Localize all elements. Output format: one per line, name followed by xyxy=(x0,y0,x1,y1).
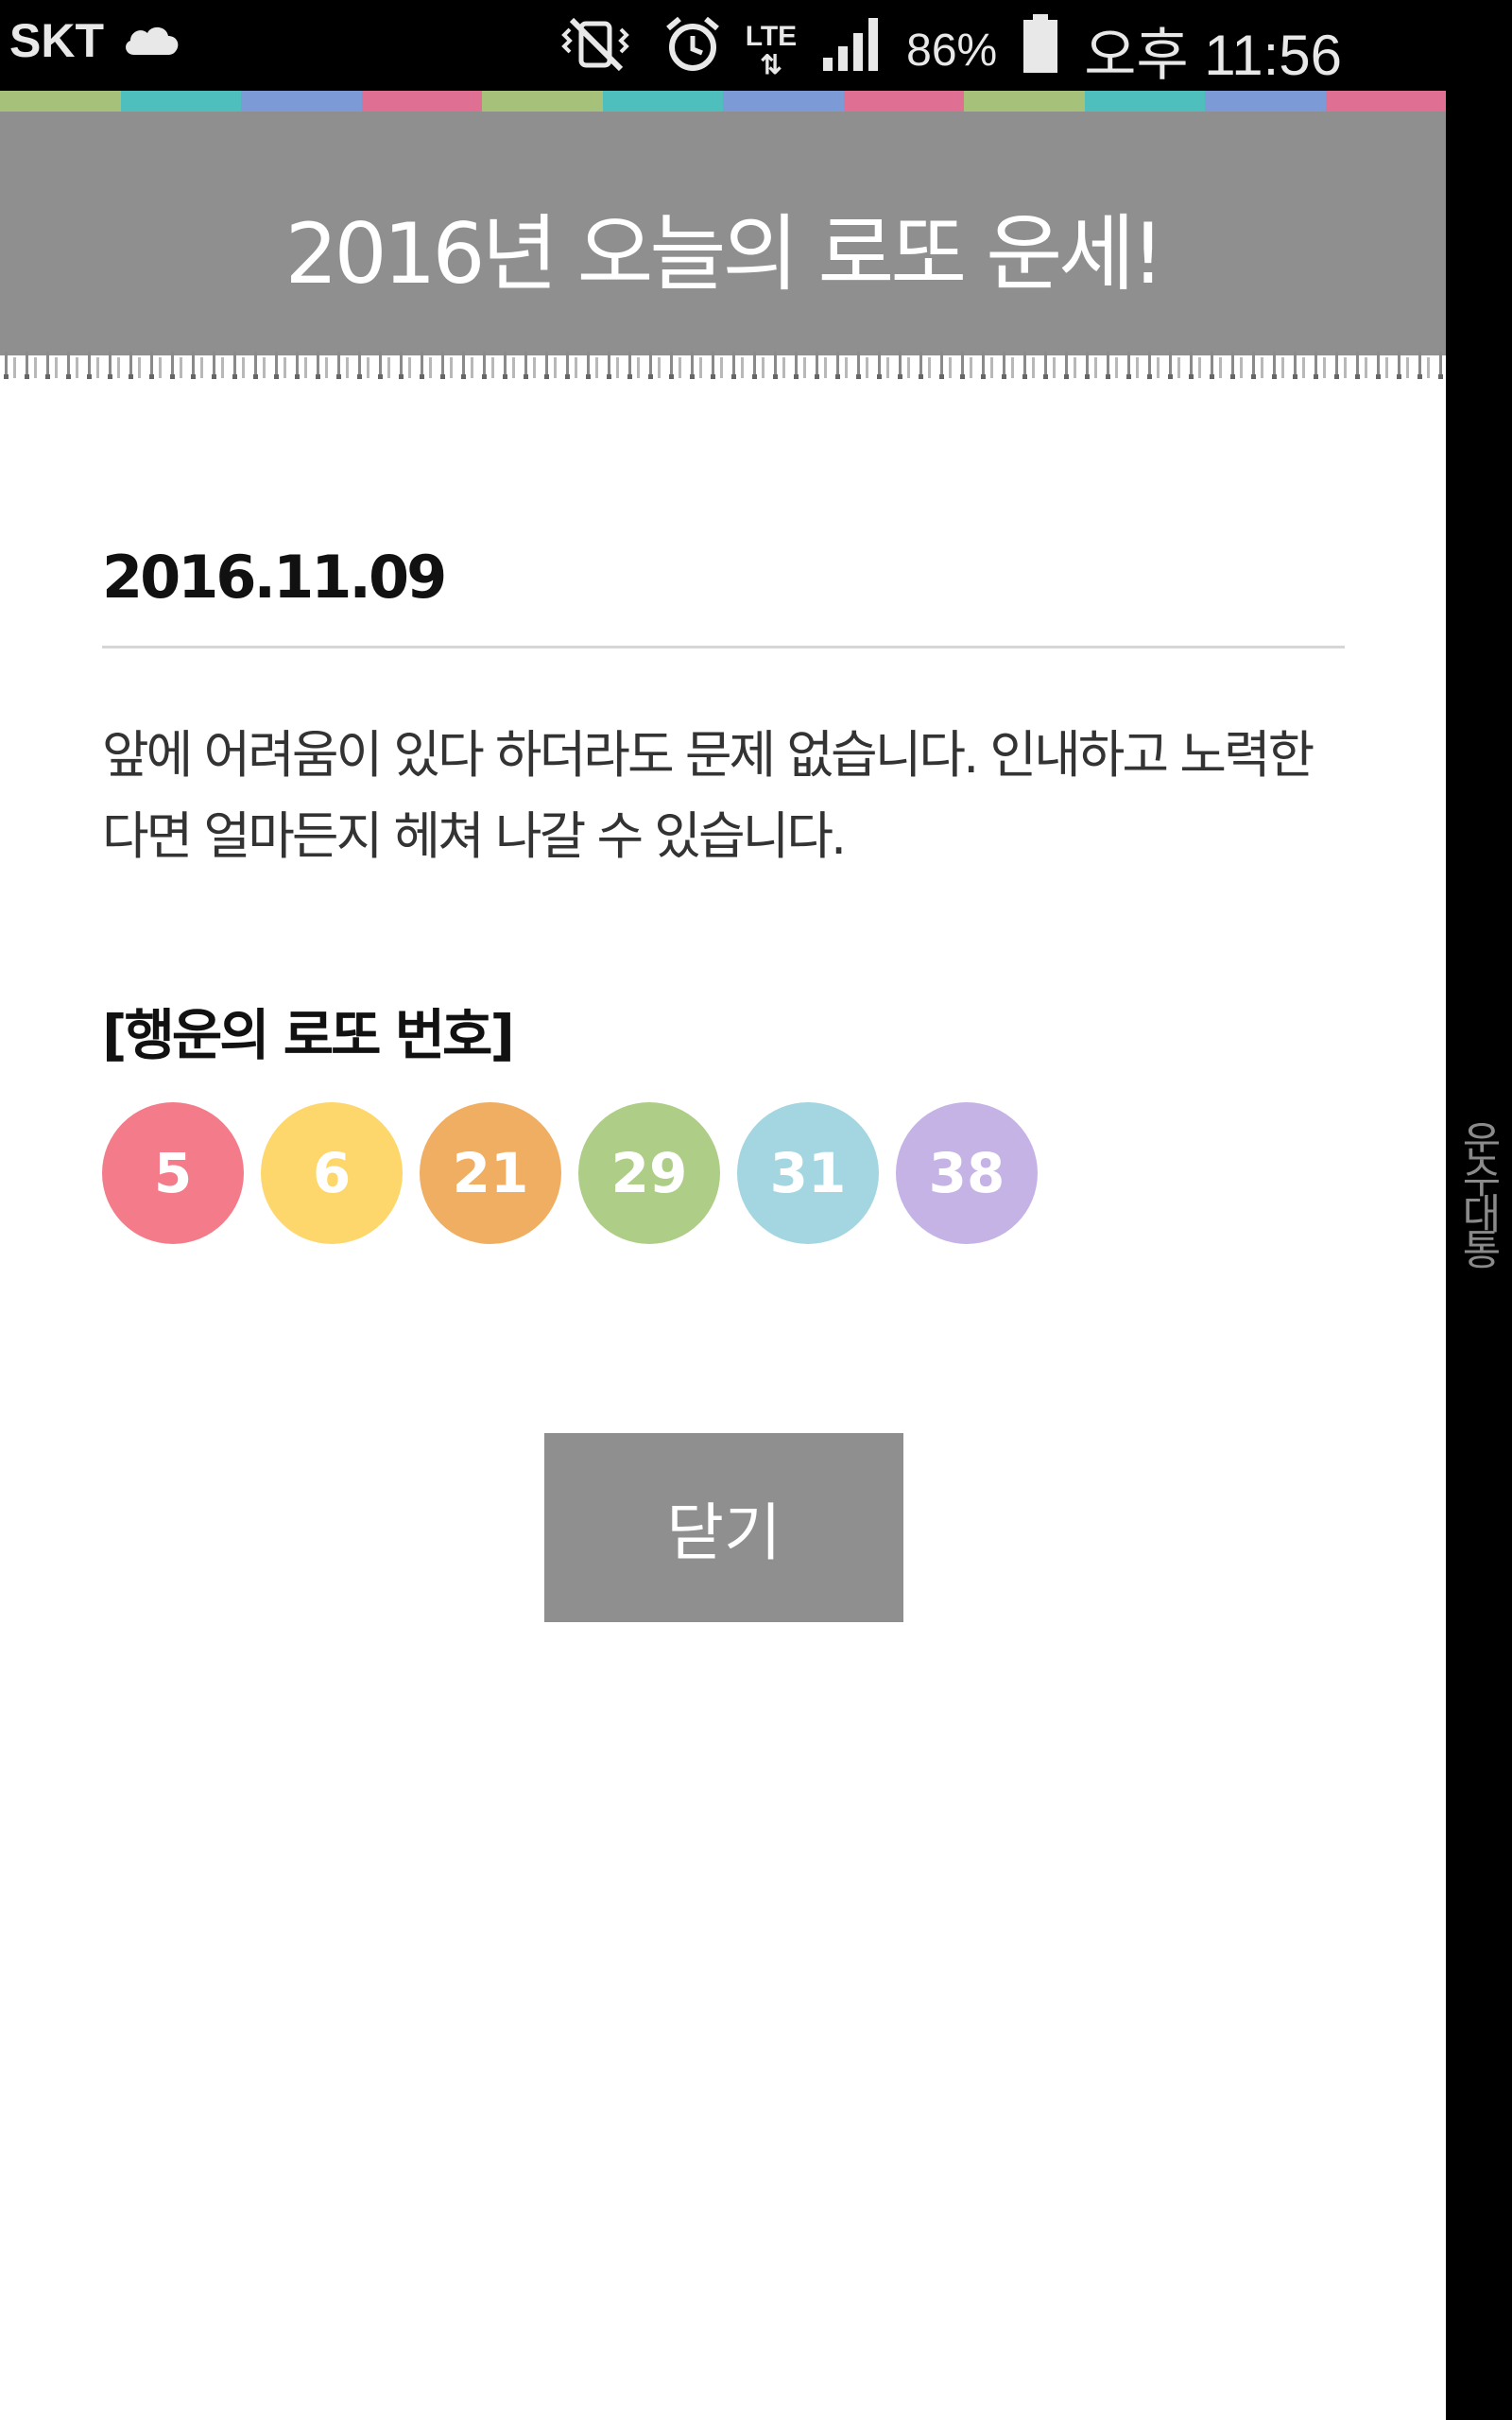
cloud-icon xyxy=(121,13,181,68)
fortune-panel: 2016년 오늘의 로또 운세! 2016.11.09 앞에 어려움이 있다 하… xyxy=(0,91,1446,2420)
lotto-ball: 5 xyxy=(102,1102,244,1244)
header: 2016년 오늘의 로또 운세! xyxy=(0,112,1446,353)
lotto-ball: 29 xyxy=(578,1102,720,1244)
clock: 오후 11:56 xyxy=(1084,24,1342,87)
lotto-ball: 6 xyxy=(261,1102,403,1244)
lotto-ball: 21 xyxy=(420,1102,561,1244)
stripe-segment xyxy=(723,91,844,112)
close-button[interactable]: 닫기 xyxy=(544,1433,903,1622)
lucky-numbers-title: [행운의 로또 번호] xyxy=(102,1003,515,1067)
stripe-segment xyxy=(602,91,723,112)
stripe-segment xyxy=(1205,91,1326,112)
lucky-numbers: 5 6 21 29 31 38 xyxy=(102,1102,1038,1244)
battery-percent: 86% xyxy=(906,26,998,76)
color-stripe xyxy=(0,91,1446,112)
stripe-segment xyxy=(964,91,1085,112)
stripe-segment xyxy=(361,91,482,112)
network-label: LTE xyxy=(745,20,798,52)
fortune-date: 2016.11.09 xyxy=(102,543,447,612)
battery-icon xyxy=(1022,14,1059,87)
stripe-segment xyxy=(482,91,603,112)
vibrate-mute-icon xyxy=(555,16,640,85)
stripe-segment xyxy=(0,91,121,112)
stripe-segment xyxy=(843,91,964,112)
fortune-text: 앞에 어려움이 있다 하더라도 문제 없습니다. 인내하고 노력한다면 얼마든지… xyxy=(102,725,1314,866)
carrier-label: SKT xyxy=(9,14,104,67)
stripe-segment xyxy=(1325,91,1446,112)
stripe-segment xyxy=(1084,91,1205,112)
stripe-segment xyxy=(241,91,362,112)
spiral-binding xyxy=(0,348,1446,386)
alarm-icon xyxy=(664,15,721,86)
stripe-segment xyxy=(120,91,241,112)
side-label: 운수대통 xyxy=(1453,1120,1502,1264)
status-bar: SKT LTE ⇅ 86% 오후 11:56 xyxy=(0,0,1512,91)
lotto-ball: 38 xyxy=(896,1102,1038,1244)
signal-icon xyxy=(821,16,882,85)
lte-data-icon: LTE ⇅ xyxy=(745,20,798,79)
page-title: 2016년 오늘의 로또 운세! xyxy=(284,205,1165,302)
divider xyxy=(102,646,1345,648)
lotto-ball: 31 xyxy=(737,1102,879,1244)
